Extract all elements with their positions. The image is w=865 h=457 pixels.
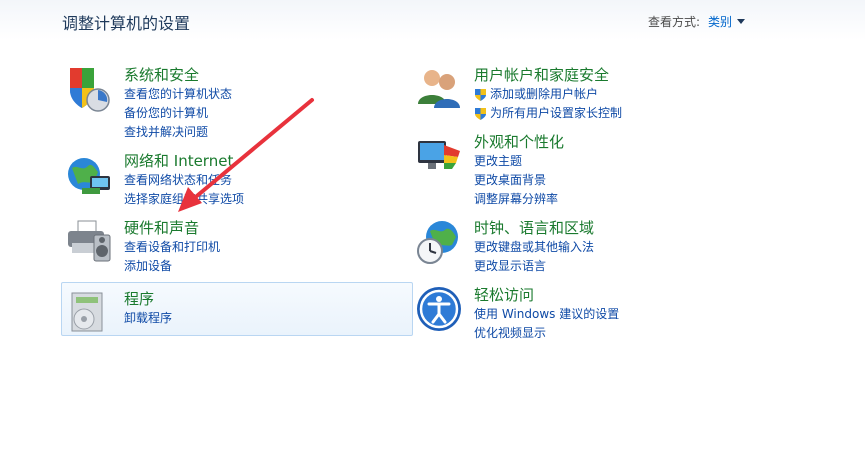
category-title[interactable]: 时钟、语言和区域 xyxy=(474,217,594,238)
ease-of-access-icon[interactable] xyxy=(414,284,464,334)
page-title: 调整计算机的设置 xyxy=(62,14,191,33)
category-title[interactable]: 网络和 Internet xyxy=(124,150,233,171)
link-display-language[interactable]: 更改显示语言 xyxy=(474,257,594,276)
printer-speaker-icon[interactable] xyxy=(64,217,114,267)
category-title[interactable]: 轻松访问 xyxy=(474,284,534,305)
link-windows-recommended-settings[interactable]: 使用 Windows 建议的设置 xyxy=(474,305,619,324)
link-desktop-background[interactable]: 更改桌面背景 xyxy=(474,171,558,190)
monitor-palette-icon[interactable] xyxy=(414,131,464,181)
category-system-security: 系统和安全 查看您的计算机状态 备份您的计算机 查找并解决问题 xyxy=(62,64,412,139)
link-homegroup[interactable]: 选择家庭组和共享选项 xyxy=(124,190,244,209)
category-title[interactable]: 程序 xyxy=(124,288,154,309)
category-title[interactable]: 用户帐户和家庭安全 xyxy=(474,64,609,85)
view-by-label: 查看方式: xyxy=(648,15,701,29)
programs-box-icon[interactable] xyxy=(64,287,114,337)
uac-shield-icon xyxy=(475,88,486,101)
link-optimize-video-display[interactable]: 优化视频显示 xyxy=(474,324,619,343)
globe-clock-icon[interactable] xyxy=(414,217,464,267)
view-by-dropdown[interactable]: 类别 xyxy=(708,13,746,30)
view-by-value[interactable]: 类别 xyxy=(708,13,732,30)
category-hardware-sound: 硬件和声音 查看设备和打印机 添加设备 xyxy=(62,217,412,277)
category-programs[interactable]: 程序 卸载程序 xyxy=(61,282,413,336)
link-change-theme[interactable]: 更改主题 xyxy=(474,152,558,171)
category-title[interactable]: 硬件和声音 xyxy=(124,217,199,238)
category-title[interactable]: 系统和安全 xyxy=(124,64,199,85)
view-by-control: 查看方式: 类别 xyxy=(648,13,746,30)
link-troubleshoot[interactable]: 查找并解决问题 xyxy=(124,123,232,142)
link-add-device[interactable]: 添加设备 xyxy=(124,257,220,276)
uac-shield-icon xyxy=(475,107,486,120)
link-uninstall-program[interactable]: 卸载程序 xyxy=(124,309,172,328)
category-title[interactable]: 外观和个性化 xyxy=(474,131,564,152)
category-clock-language-region: 时钟、语言和区域 更改键盘或其他输入法 更改显示语言 xyxy=(412,217,762,277)
link-keyboard-input[interactable]: 更改键盘或其他输入法 xyxy=(474,238,594,257)
category-ease-of-access: 轻松访问 使用 Windows 建议的设置 优化视频显示 xyxy=(412,284,762,344)
globe-network-icon[interactable] xyxy=(64,150,114,200)
chevron-down-icon[interactable] xyxy=(737,19,746,24)
link-label[interactable]: 添加或删除用户帐户 xyxy=(490,85,598,104)
link-backup[interactable]: 备份您的计算机 xyxy=(124,104,232,123)
users-icon[interactable] xyxy=(414,64,464,114)
link-devices-printers[interactable]: 查看设备和打印机 xyxy=(124,238,220,257)
link-add-remove-accounts[interactable]: 添加或删除用户帐户 xyxy=(474,85,622,104)
category-user-accounts: 用户帐户和家庭安全 添加或删除用户帐户 为所有用户设置家长控制 xyxy=(412,64,762,124)
link-view-status[interactable]: 查看您的计算机状态 xyxy=(124,85,232,104)
link-network-status[interactable]: 查看网络状态和任务 xyxy=(124,171,244,190)
category-appearance: 外观和个性化 更改主题 更改桌面背景 调整屏幕分辨率 xyxy=(412,131,762,206)
category-network-internet: 网络和 Internet 查看网络状态和任务 选择家庭组和共享选项 xyxy=(62,150,412,210)
link-label[interactable]: 为所有用户设置家长控制 xyxy=(490,104,622,123)
link-screen-resolution[interactable]: 调整屏幕分辨率 xyxy=(474,190,558,209)
shield-chart-icon[interactable] xyxy=(64,64,114,114)
link-parental-controls[interactable]: 为所有用户设置家长控制 xyxy=(474,104,622,123)
